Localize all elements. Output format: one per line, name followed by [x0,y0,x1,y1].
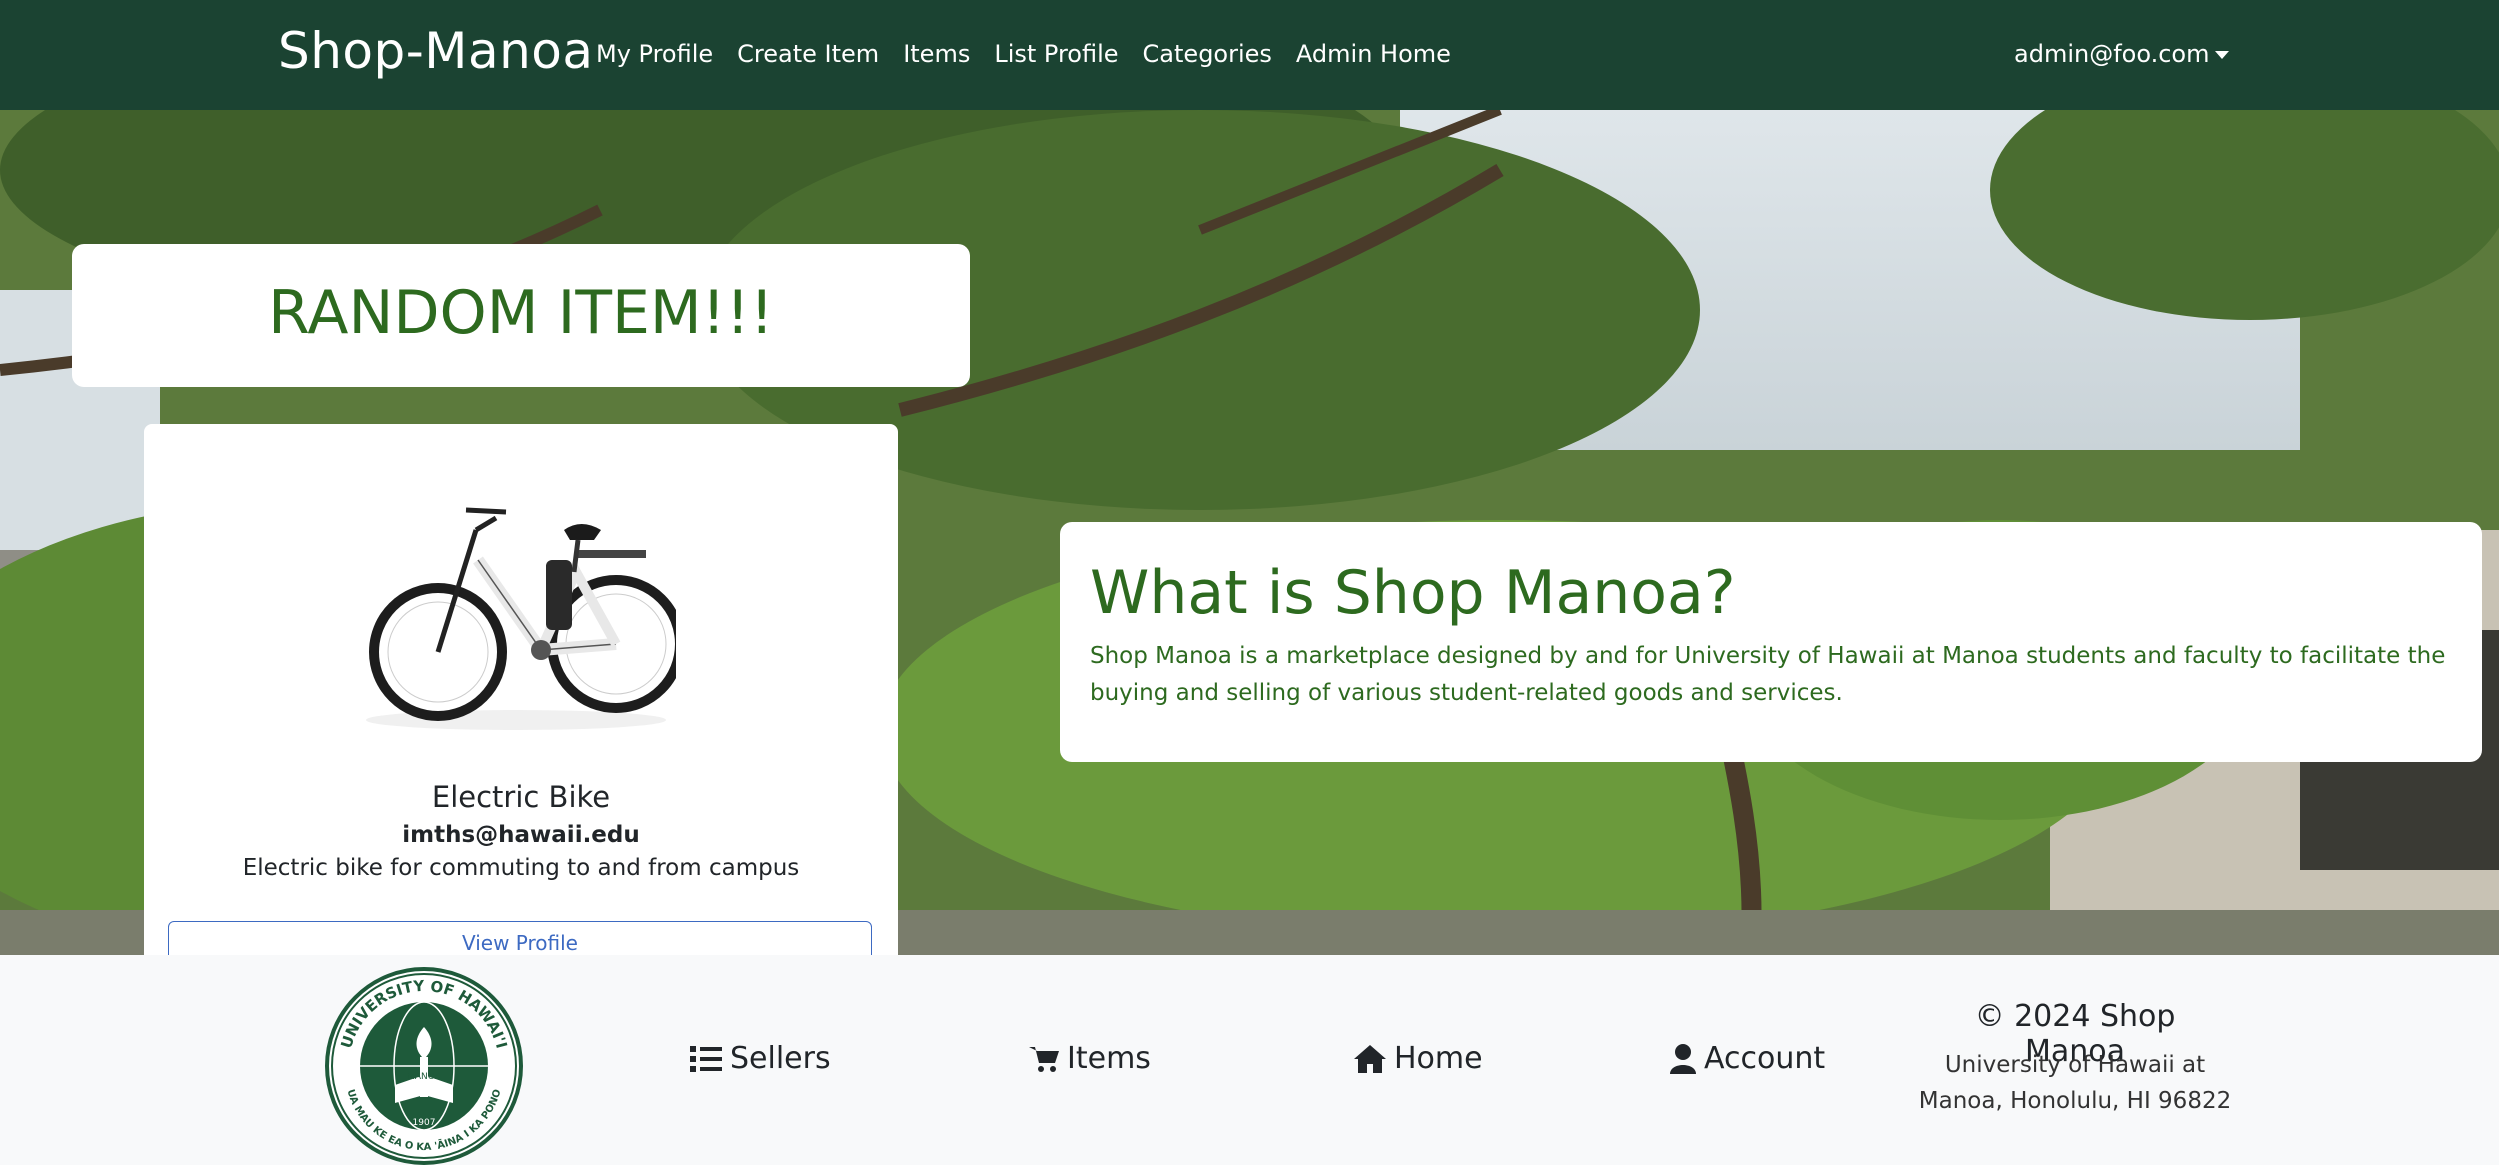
university-seal-logo: UNIVERSITY OF HAWAI'IUA MAU KE EA O KA '… [325,967,523,1165]
brand-logo-text[interactable]: Shop-Manoa [278,22,594,80]
footer-link-label: Items [1067,1041,1151,1076]
nav-create-item[interactable]: Create Item [737,40,879,68]
footer-link-home[interactable]: Home [1354,1041,1483,1076]
caret-down-icon [2215,51,2230,59]
nav-admin-home[interactable]: Admin Home [1296,40,1451,68]
footer-link-sellers[interactable]: Sellers [690,1041,831,1076]
nav-links: My Profile Create Item Items List Profil… [596,40,1475,68]
random-item-card: Electric Bike imths@hawaii.edu Electric … [144,424,898,955]
nav-my-profile[interactable]: My Profile [596,40,713,68]
navbar: Shop-Manoa My Profile Create Item Items … [0,0,2499,110]
electric-bike-image [366,507,685,730]
nav-list-profile[interactable]: List Profile [994,40,1118,68]
home-icon [1354,1044,1386,1073]
user-dropdown[interactable]: admin@foo.com [2014,40,2230,68]
about-text: Shop Manoa is a marketplace designed by … [1090,643,2446,706]
hero-section: RANDOM ITEM!!! Electric Bike imths@hawai… [0,110,2499,955]
footer-link-label: Sellers [730,1041,831,1076]
address-text: University of Hawaii at Manoa, Honolulu,… [1918,1052,2232,1114]
user-email: admin@foo.com [2014,40,2210,68]
footer-link-label: Home [1394,1041,1483,1076]
random-item-banner: RANDOM ITEM!!! [72,244,970,387]
footer-link-label: Account [1704,1041,1826,1076]
nav-categories[interactable]: Categories [1143,40,1272,68]
user-icon [1670,1043,1696,1074]
item-owner-email: imths@hawaii.edu [402,822,640,848]
nav-items[interactable]: Items [903,40,970,68]
item-name: Electric Bike [431,780,611,814]
footer: UNIVERSITY OF HAWAI'I UA MAU KE EA O KA '… [0,955,2499,1165]
seal-year-text: 1907 [413,1118,436,1128]
seal-center-text: MĀNOA [407,1071,442,1082]
view-profile-button[interactable]: View Profile [168,921,872,955]
item-image [366,490,685,730]
random-item-title: RANDOM ITEM!!! [268,278,774,348]
footer-link-items[interactable]: Items [1029,1041,1151,1076]
item-description: Electric bike for commuting to and from … [242,855,800,881]
about-title: What is Shop Manoa? [1090,558,1736,628]
cart-icon [1029,1046,1059,1072]
footer-link-account[interactable]: Account [1670,1041,1825,1076]
about-section: What is Shop Manoa? Shop Manoa is a mark… [1060,522,2482,762]
list-icon [690,1045,722,1072]
